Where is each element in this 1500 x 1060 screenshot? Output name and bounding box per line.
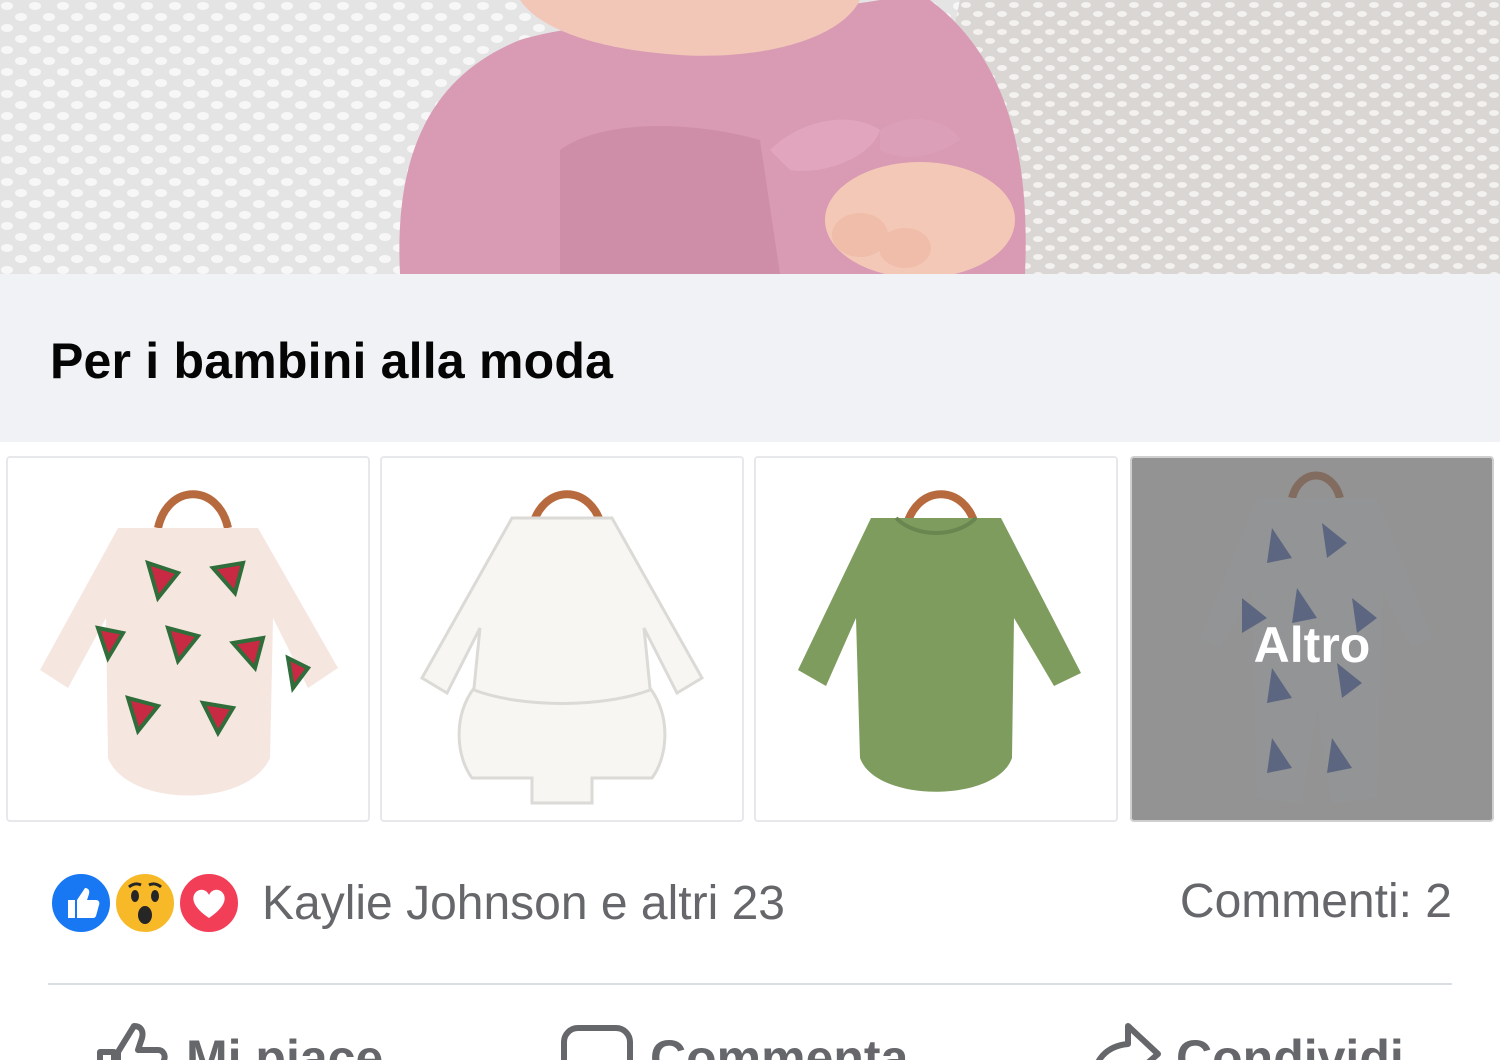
sponsored-post: Per i bambini alla moda Altro Kaylie Joh… [0, 0, 1500, 1060]
like-label: Mi piace [186, 1030, 384, 1060]
thumbs-up-icon [97, 1023, 168, 1060]
green-bodysuit-image [798, 490, 1081, 792]
product-tile[interactable] [754, 456, 1118, 822]
baby-photo-illustration [0, 0, 1500, 274]
like-icon [48, 870, 114, 936]
share-icon [1095, 1023, 1161, 1060]
hero-photo[interactable] [0, 0, 1500, 274]
watermelon-bodysuit-image [40, 490, 338, 796]
white-bodysuit-dress-image [419, 490, 705, 805]
caption-title[interactable]: Per i bambini alla moda [50, 332, 613, 390]
comment-button[interactable]: Commenta [560, 1018, 908, 1060]
product-tile[interactable] [380, 456, 744, 822]
share-button[interactable]: Condividi [1088, 1018, 1404, 1060]
reactions-names[interactable]: Kaylie Johnson e altri 23 [262, 876, 785, 931]
reactions-summary[interactable]: Kaylie Johnson e altri 23 [48, 870, 785, 936]
share-label: Condividi [1176, 1030, 1404, 1060]
wow-icon [112, 870, 178, 936]
more-products-tile[interactable]: Altro [1130, 456, 1494, 822]
comment-icon [561, 1025, 633, 1060]
love-icon [176, 870, 242, 936]
reaction-icons[interactable] [48, 870, 244, 936]
divider [48, 983, 1452, 985]
product-tile[interactable] [6, 456, 370, 822]
more-label[interactable]: Altro [1132, 616, 1492, 674]
comment-label: Commenta [650, 1030, 909, 1060]
comments-count[interactable]: Commenti: 2 [1180, 874, 1452, 929]
product-carousel: Altro [0, 456, 1500, 826]
like-button[interactable]: Mi piace [92, 1018, 383, 1060]
caption-bar[interactable]: Per i bambini alla moda [0, 274, 1500, 442]
